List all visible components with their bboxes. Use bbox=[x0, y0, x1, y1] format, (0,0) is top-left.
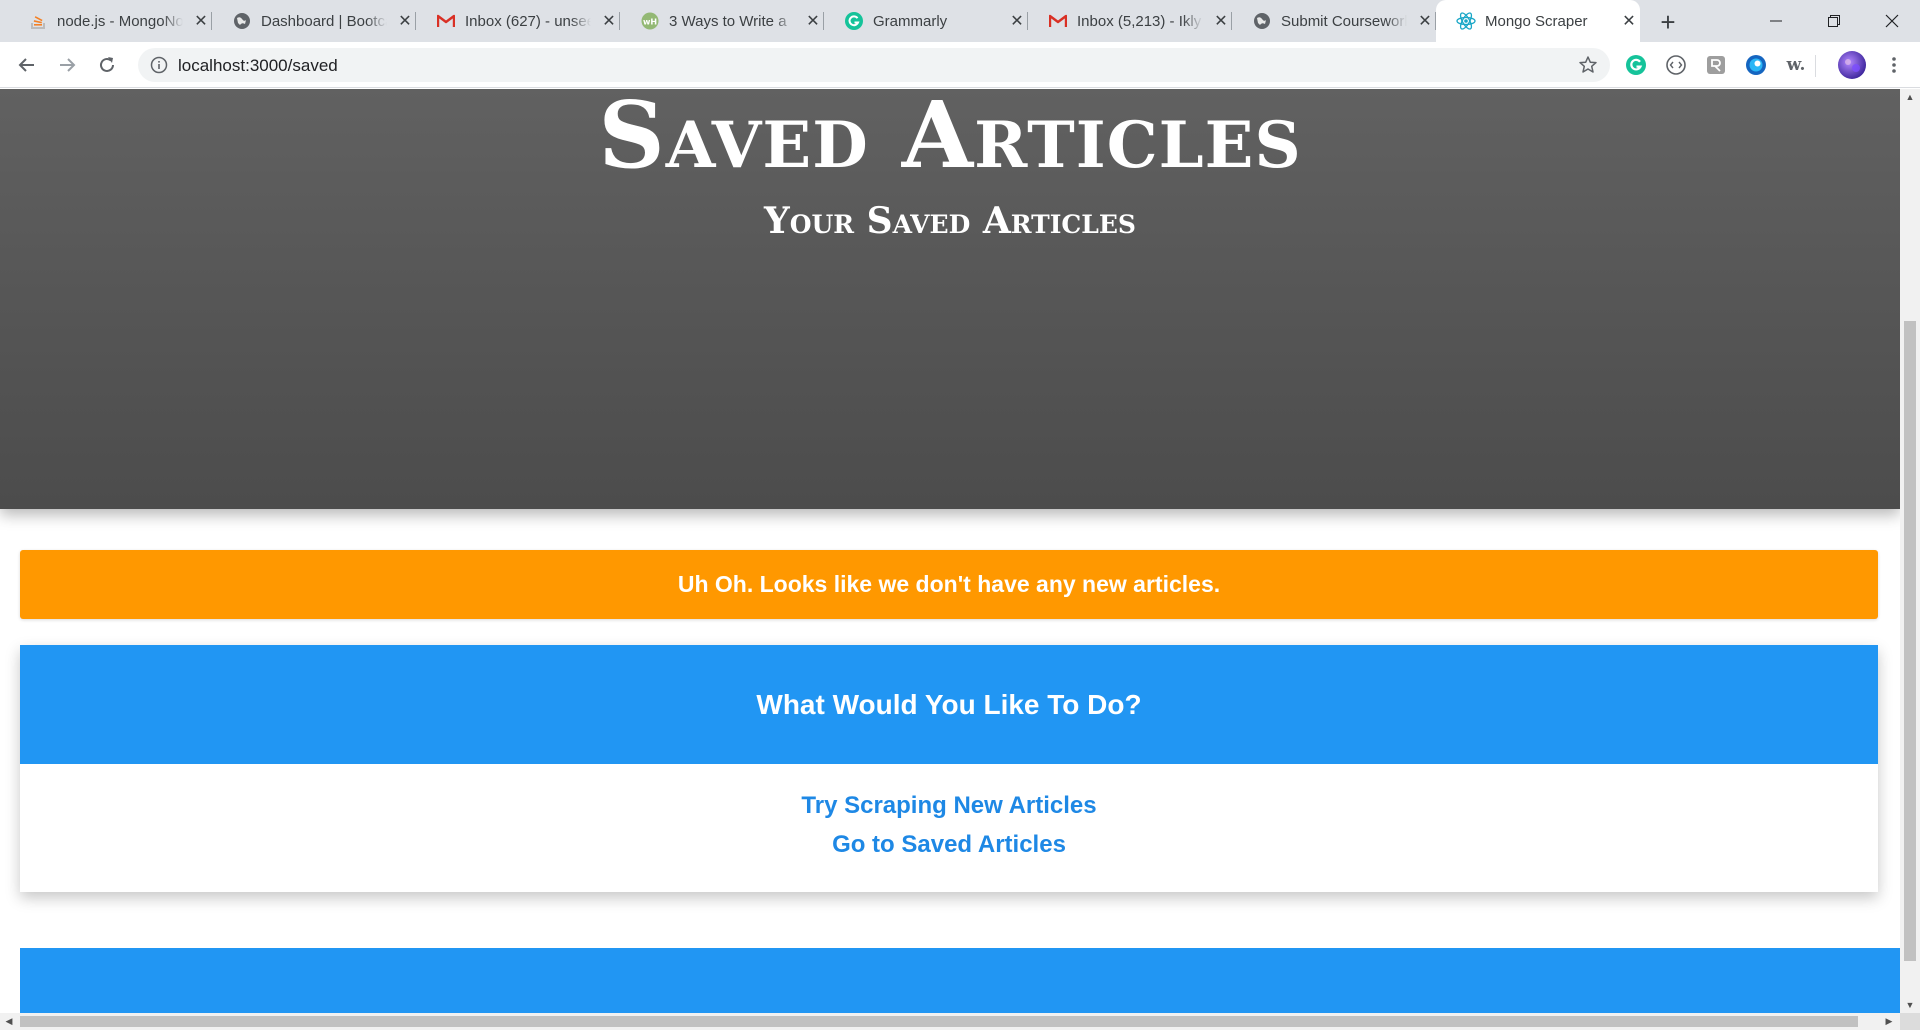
eye-extension-icon[interactable] bbox=[1744, 53, 1768, 77]
browser-toolbar: localhost:3000/saved w. bbox=[0, 42, 1920, 88]
tab-title: Inbox (627) - unseen bbox=[465, 12, 591, 30]
go-to-saved-articles-link[interactable]: Go to Saved Articles bbox=[20, 831, 1878, 859]
reader-extension-icon[interactable] bbox=[1704, 53, 1728, 77]
close-window-button[interactable] bbox=[1864, 0, 1920, 42]
page-subtitle: Your Saved Articles bbox=[764, 200, 1136, 242]
grammarly-icon bbox=[844, 11, 864, 31]
svg-text:wH: wH bbox=[643, 18, 657, 27]
restore-button[interactable] bbox=[1806, 0, 1862, 42]
tab-dashboard[interactable]: Dashboard | Bootcamp ✕ bbox=[212, 0, 416, 42]
vertical-scroll-thumb[interactable] bbox=[1904, 321, 1916, 961]
bookmark-star-icon[interactable] bbox=[1578, 55, 1598, 75]
no-articles-alert: Uh Oh. Looks like we don't have any new … bbox=[20, 550, 1878, 619]
page-title: Saved Articles bbox=[598, 89, 1302, 189]
scrape-new-articles-link[interactable]: Try Scraping New Articles bbox=[20, 792, 1878, 820]
horizontal-scrollbar[interactable]: ◀ ▶ bbox=[0, 1013, 1900, 1030]
scroll-down-icon[interactable]: ▼ bbox=[1900, 997, 1920, 1013]
avatar[interactable] bbox=[1838, 51, 1866, 79]
tab-title: node.js - MongoNoSQL bbox=[57, 12, 183, 30]
tab-grammarly[interactable]: Grammarly ✕ bbox=[824, 0, 1028, 42]
vertical-scrollbar[interactable]: ▲ ▼ bbox=[1900, 89, 1920, 1013]
wikiwand-extension-icon[interactable]: w. bbox=[1784, 53, 1808, 77]
tab-title: Submit Coursework bbox=[1281, 12, 1407, 30]
tab-mongo-scraper[interactable]: Mongo Scraper ✕ bbox=[1436, 0, 1640, 42]
close-icon[interactable]: ✕ bbox=[1619, 11, 1639, 31]
close-icon[interactable]: ✕ bbox=[191, 11, 211, 31]
info-icon[interactable] bbox=[150, 56, 168, 74]
forward-button[interactable] bbox=[51, 49, 83, 81]
close-icon bbox=[1885, 14, 1899, 28]
reload-button[interactable] bbox=[91, 49, 123, 81]
tab-inbox-5213[interactable]: Inbox (5,213) - Ikly ✕ bbox=[1028, 0, 1232, 42]
react-icon bbox=[1456, 11, 1476, 31]
wikihow-icon: wH bbox=[640, 11, 660, 31]
scroll-right-icon[interactable]: ▶ bbox=[1880, 1013, 1898, 1030]
code-extension-icon[interactable] bbox=[1664, 53, 1688, 77]
close-icon[interactable]: ✕ bbox=[1007, 11, 1027, 31]
gmail-icon bbox=[436, 11, 456, 31]
scroll-up-icon[interactable]: ▲ bbox=[1900, 89, 1920, 105]
close-icon[interactable]: ✕ bbox=[803, 11, 823, 31]
menu-kebab-icon[interactable] bbox=[1882, 53, 1906, 77]
address-bar[interactable]: localhost:3000/saved bbox=[138, 48, 1610, 82]
tab-inbox-627[interactable]: Inbox (627) - unseen ✕ bbox=[416, 0, 620, 42]
tab-submit-coursework[interactable]: Submit Coursework ✕ bbox=[1232, 0, 1436, 42]
tab-wikihow[interactable]: wH 3 Ways to Write a ✕ bbox=[620, 0, 824, 42]
globe-icon bbox=[232, 11, 252, 31]
page-viewport: Saved Articles Your Saved Articles Uh Oh… bbox=[0, 89, 1900, 1013]
url-text[interactable]: localhost:3000/saved bbox=[178, 56, 338, 76]
globe-icon bbox=[1252, 11, 1272, 31]
close-icon[interactable]: ✕ bbox=[1415, 11, 1435, 31]
tab-title: Grammarly bbox=[873, 12, 948, 30]
minimize-button[interactable] bbox=[1748, 0, 1804, 42]
footer-bar bbox=[20, 948, 1900, 1013]
forward-arrow-icon bbox=[60, 58, 76, 72]
back-button[interactable] bbox=[11, 49, 43, 81]
back-arrow-icon bbox=[18, 58, 34, 72]
tab-strip: node.js - MongoNoSQL ✕ Dashboard | Bootc… bbox=[0, 0, 1920, 42]
stackoverflow-icon bbox=[28, 11, 48, 31]
tab-mongo-stackoverflow[interactable]: node.js - MongoNoSQL ✕ bbox=[8, 0, 212, 42]
close-icon[interactable]: ✕ bbox=[395, 11, 415, 31]
panel-heading: What Would You Like To Do? bbox=[20, 645, 1878, 764]
scrollbar-corner bbox=[1900, 1013, 1920, 1030]
toolbar-divider bbox=[1815, 55, 1816, 77]
tab-title: 3 Ways to Write a bbox=[669, 12, 787, 30]
jumbotron-header: Saved Articles Your Saved Articles bbox=[0, 89, 1900, 509]
horizontal-scroll-thumb[interactable] bbox=[20, 1016, 1858, 1027]
reload-icon bbox=[100, 57, 114, 72]
close-icon[interactable]: ✕ bbox=[599, 11, 619, 31]
close-icon[interactable]: ✕ bbox=[1211, 11, 1231, 31]
actions-panel: What Would You Like To Do? Try Scraping … bbox=[20, 645, 1878, 892]
tab-title: Mongo Scraper bbox=[1485, 12, 1588, 30]
tab-title: Inbox (5,213) - Ikly bbox=[1077, 12, 1202, 30]
minimize-icon bbox=[1770, 20, 1782, 22]
gmail-icon bbox=[1048, 11, 1068, 31]
grammarly-extension-icon[interactable] bbox=[1624, 53, 1648, 77]
scroll-left-icon[interactable]: ◀ bbox=[0, 1013, 18, 1030]
restore-icon bbox=[1828, 15, 1840, 27]
tab-title: Dashboard | Bootcamp bbox=[261, 12, 387, 30]
new-tab-button[interactable]: + bbox=[1652, 6, 1684, 38]
